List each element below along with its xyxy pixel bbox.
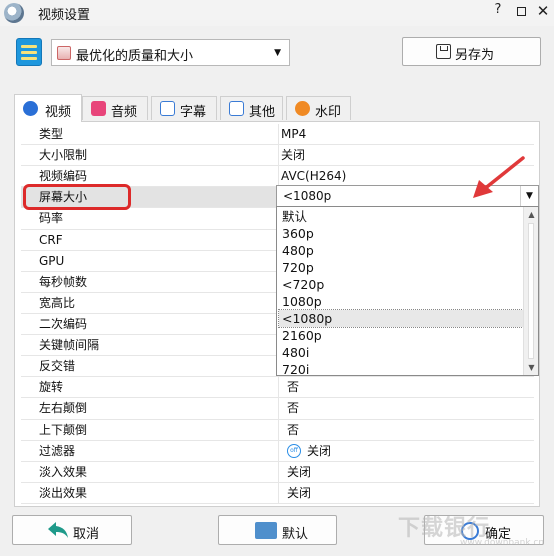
off-toggle-icon[interactable]: off bbox=[287, 444, 301, 459]
default-label: 默认 bbox=[282, 527, 309, 542]
maximize-icon bbox=[516, 7, 526, 16]
setting-value: AVC(H264) bbox=[281, 169, 347, 184]
tab-video[interactable]: 视频 bbox=[14, 94, 82, 122]
screen-size-options: 默认 360p 480p 720p <720p 1080p <1080p 216… bbox=[276, 206, 539, 376]
music-icon bbox=[91, 101, 106, 116]
setting-key: CRF bbox=[21, 229, 279, 250]
setting-key: GPU bbox=[21, 250, 279, 271]
screen-size-current: <1080p bbox=[283, 189, 332, 203]
option-default[interactable]: 默认 bbox=[281, 208, 521, 225]
setting-value: MP4 bbox=[281, 127, 307, 141]
scrollbar[interactable]: ▲ ▼ bbox=[523, 207, 538, 375]
setting-value-filter: off 关闭 bbox=[287, 441, 331, 461]
option-2160p[interactable]: 2160p bbox=[281, 327, 521, 344]
preset-list-icon bbox=[16, 38, 42, 66]
setting-row-type[interactable]: 类型 MP4 bbox=[21, 124, 534, 146]
option-lt-1080p[interactable]: <1080p bbox=[278, 309, 524, 328]
chevron-down-icon: ▼ bbox=[274, 48, 281, 58]
setting-value: 关闭 bbox=[287, 485, 312, 500]
option-lt-720p[interactable]: <720p bbox=[281, 276, 521, 293]
setting-value: 否 bbox=[287, 422, 300, 437]
setting-value: 关闭 bbox=[281, 148, 306, 163]
tab-label: 视频 bbox=[45, 105, 72, 120]
save-as-label: 另存为 bbox=[455, 48, 495, 63]
annotation-arrow-icon bbox=[473, 156, 525, 198]
watermark-icon bbox=[295, 101, 310, 116]
option-720i[interactable]: 720i bbox=[281, 361, 521, 375]
option-720p[interactable]: 720p bbox=[281, 259, 521, 276]
setting-row-size-limit[interactable]: 大小限制 关闭 bbox=[21, 145, 534, 167]
video-icon bbox=[23, 101, 38, 116]
setting-key: 码率 bbox=[21, 208, 279, 229]
tab-label: 水印 bbox=[315, 105, 342, 120]
scrollbar-thumb[interactable] bbox=[528, 223, 534, 359]
tab-label: 其他 bbox=[249, 105, 276, 120]
watermark-url: www.downbank.cn bbox=[460, 538, 545, 548]
setting-key: 宽高比 bbox=[21, 292, 279, 313]
option-480i[interactable]: 480i bbox=[281, 344, 521, 361]
tab-watermark[interactable]: 水印 bbox=[286, 96, 351, 120]
preset-selected-value: 最优化的质量和大小 bbox=[76, 49, 194, 64]
tab-other[interactable]: 其他 bbox=[220, 96, 283, 120]
help-button[interactable]: ? bbox=[487, 2, 509, 22]
tab-label: 字幕 bbox=[180, 105, 207, 120]
setting-key: 淡入效果 bbox=[21, 461, 279, 482]
setting-key: 过滤器 bbox=[21, 440, 279, 461]
tab-subtitle[interactable]: 字幕 bbox=[151, 96, 217, 120]
subtitle-icon bbox=[160, 101, 175, 116]
tab-audio[interactable]: 音频 bbox=[82, 96, 148, 120]
setting-row-flip-vertical[interactable]: 上下颠倒否 bbox=[21, 419, 534, 441]
window-title: 视频设置 bbox=[38, 8, 91, 23]
setting-key: 左右颠倒 bbox=[21, 398, 279, 419]
default-button[interactable]: 默认 bbox=[218, 515, 337, 545]
app-icon bbox=[4, 3, 24, 23]
cancel-label: 取消 bbox=[73, 527, 100, 542]
setting-value: 关闭 bbox=[287, 464, 312, 479]
setting-key: 旋转 bbox=[21, 377, 279, 398]
preset-select[interactable]: 最优化的质量和大小 ▼ bbox=[51, 39, 290, 66]
filter-value: 关闭 bbox=[307, 443, 332, 458]
setting-key: 类型 bbox=[21, 124, 279, 145]
setting-row-filter[interactable]: 过滤器 off 关闭 bbox=[21, 440, 534, 462]
option-1080p[interactable]: 1080p bbox=[281, 293, 521, 310]
save-icon bbox=[436, 44, 451, 59]
setting-value: 否 bbox=[287, 380, 300, 395]
setting-key: 关键帧间隔 bbox=[21, 335, 279, 356]
maximize-button[interactable] bbox=[510, 2, 532, 22]
title-bar: 视频设置 ? ✕ bbox=[0, 0, 554, 26]
annotation-highlight-box bbox=[23, 184, 131, 210]
setting-row-fade-in[interactable]: 淡入效果 关闭 bbox=[21, 461, 534, 483]
setting-key: 淡出效果 bbox=[21, 482, 279, 503]
reset-default-icon bbox=[255, 522, 277, 539]
setting-key: 上下颠倒 bbox=[21, 419, 279, 440]
option-480p[interactable]: 480p bbox=[281, 242, 521, 259]
close-button[interactable]: ✕ bbox=[532, 2, 554, 22]
setting-key: 大小限制 bbox=[21, 145, 279, 166]
option-360p[interactable]: 360p bbox=[281, 225, 521, 242]
setting-value: 否 bbox=[287, 401, 300, 416]
tab-label: 音频 bbox=[111, 105, 138, 120]
cancel-button[interactable]: 取消 bbox=[12, 515, 132, 545]
back-arrow-icon bbox=[48, 522, 68, 538]
film-icon bbox=[57, 46, 71, 60]
setting-key: 每秒帧数 bbox=[21, 271, 279, 292]
setting-key: 反交错 bbox=[21, 356, 279, 377]
scroll-down-icon[interactable]: ▼ bbox=[524, 360, 538, 375]
setting-row-fade-out[interactable]: 淡出效果 关闭 bbox=[21, 482, 534, 504]
sliders-icon bbox=[229, 101, 244, 116]
setting-row-rotate[interactable]: 旋转否 bbox=[21, 377, 534, 399]
setting-row-flip-horizontal[interactable]: 左右颠倒否 bbox=[21, 398, 534, 420]
setting-key: 二次编码 bbox=[21, 313, 279, 335]
save-as-button[interactable]: 另存为 bbox=[402, 37, 541, 66]
